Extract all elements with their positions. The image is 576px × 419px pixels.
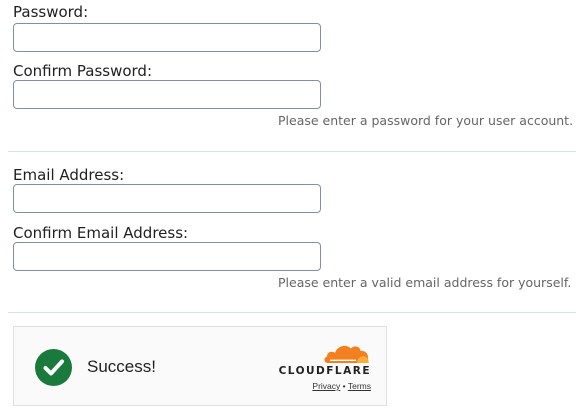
email-label: Email Address: xyxy=(13,166,125,184)
confirm-password-field[interactable] xyxy=(13,80,321,109)
link-separator: • xyxy=(342,381,346,391)
check-circle-icon xyxy=(35,349,72,386)
section-divider xyxy=(8,312,576,313)
cloudflare-wordmark: CLOUDFLARE xyxy=(278,365,371,377)
cloudflare-cloud-icon xyxy=(324,345,369,363)
email-field[interactable] xyxy=(13,184,321,213)
email-hint: Please enter a valid email address for y… xyxy=(278,275,572,290)
password-label: Password: xyxy=(13,3,89,21)
password-hint: Please enter a password for your user ac… xyxy=(278,113,576,128)
privacy-link[interactable]: Privacy xyxy=(312,381,340,391)
password-field[interactable] xyxy=(13,23,321,52)
cloudflare-links: Privacy • Terms xyxy=(298,381,371,391)
cloudflare-logo: CLOUDFLARE Privacy • Terms xyxy=(276,341,371,391)
captcha-status-text: Success! xyxy=(87,357,156,376)
registration-form: Password: Confirm Password: Please enter… xyxy=(0,0,576,419)
section-divider xyxy=(8,151,576,152)
confirm-email-field[interactable] xyxy=(13,242,321,271)
cloudflare-turnstile-widget[interactable]: Success! CLOUDFLARE Privacy • Terms xyxy=(13,326,387,406)
confirm-password-label: Confirm Password: xyxy=(13,62,153,80)
terms-link[interactable]: Terms xyxy=(348,381,371,391)
confirm-email-label: Confirm Email Address: xyxy=(13,224,189,242)
